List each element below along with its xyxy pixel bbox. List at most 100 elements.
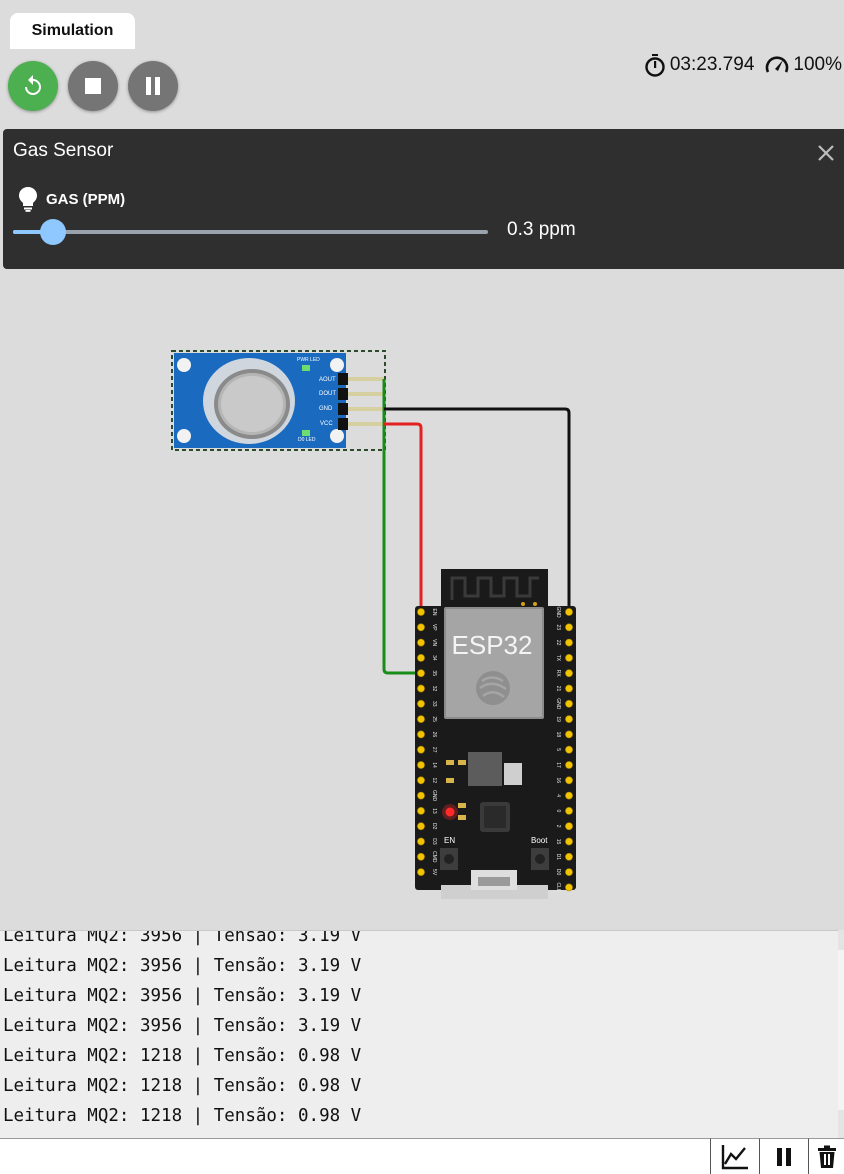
esp32-pin-label: VN (431, 639, 437, 646)
esp32-pin[interactable] (417, 699, 425, 708)
esp32-pin-label: 4 (555, 794, 561, 797)
gas-ppm-slider[interactable] (13, 219, 488, 245)
esp32-pin-label: D1 (555, 854, 561, 861)
esp32-pin-label: 19 (555, 716, 561, 722)
esp32-pin[interactable] (417, 684, 425, 693)
esp32-pin[interactable] (417, 638, 425, 647)
esp32-pin[interactable] (417, 822, 425, 831)
esp32-pin[interactable] (417, 837, 425, 846)
esp32-pin-label: D2 (431, 823, 437, 830)
esp32-pin[interactable] (417, 654, 425, 662)
restart-button[interactable] (8, 61, 58, 111)
esp32-pin-label: 25 (431, 716, 437, 722)
esp32-pin[interactable] (417, 608, 425, 616)
serial-line: Leitura MQ2: 3956 | Tensão: 3.19 V (3, 930, 362, 946)
gas-sensor-panel: Gas Sensor GAS (PPM) 0.3 ppm (3, 129, 844, 269)
plotter-button[interactable] (710, 1138, 759, 1174)
esp32-pin[interactable] (565, 638, 573, 647)
esp32-pin-label: 27 (431, 747, 437, 753)
esp32-pin[interactable] (565, 822, 573, 831)
serial-pause-button[interactable] (759, 1138, 808, 1174)
tab-simulation[interactable]: Simulation (10, 13, 135, 49)
esp32-pin[interactable] (417, 745, 425, 754)
esp32-pin-label: 33 (431, 701, 437, 707)
esp32-pin-label: 32 (431, 686, 437, 692)
gas-label-row: GAS (PPM) (18, 186, 125, 212)
mq2-gas-sensor[interactable]: PWR LED D0 LED AOUT DOUT GND VCC (171, 350, 386, 451)
esp32-pin-label: 26 (431, 732, 437, 738)
esp32-pin-label: VP (431, 624, 437, 631)
pause-icon (777, 1147, 791, 1166)
esp32-pin[interactable] (417, 623, 425, 632)
pin-label-vcc: VCC (320, 421, 333, 427)
esp32-pin-label: GND (431, 790, 437, 802)
simulation-status: 03:23.794 100% (643, 52, 842, 78)
esp32-pin[interactable] (565, 654, 573, 662)
scrollbar-thumb[interactable] (838, 950, 844, 1110)
esp32-pin[interactable] (417, 791, 425, 800)
pin-label-dout: DOUT (319, 391, 336, 397)
close-icon[interactable] (816, 143, 836, 163)
circuit-canvas[interactable]: PWR LED D0 LED AOUT DOUT GND VCC ESP32 E… (0, 270, 844, 928)
esp32-pin[interactable] (565, 699, 573, 708)
serial-scrollbar[interactable] (838, 930, 844, 1138)
esp32-pin[interactable] (565, 837, 573, 846)
esp32-pin[interactable] (565, 715, 573, 723)
en-label: EN (444, 836, 455, 845)
esp32-pin[interactable] (417, 807, 425, 815)
serial-line: Leitura MQ2: 1218 | Tensão: 0.98 V (3, 1106, 362, 1126)
esp32-pin[interactable] (565, 745, 573, 754)
esp32-pin-label: 16 (555, 778, 561, 784)
esp32-pin-label: 2 (555, 825, 561, 828)
esp32-pin-label: RX (555, 670, 561, 678)
serial-monitor[interactable]: Leitura MQ2: 3956 | Tensão: 3.19 V Leitu… (0, 930, 838, 1139)
stop-button[interactable] (68, 61, 118, 111)
esp32-pin[interactable] (417, 761, 425, 769)
esp32-pin[interactable] (565, 791, 573, 800)
esp32-pin-label: 5V (431, 869, 437, 876)
pin-label-gnd: GND (319, 406, 333, 412)
esp32-pin-label: D0 (555, 869, 561, 876)
serial-line: Leitura MQ2: 3956 | Tensão: 3.19 V (3, 986, 362, 1006)
lightbulb-icon (19, 187, 37, 212)
wire-vcc[interactable] (384, 422, 423, 612)
esp32-pin[interactable] (565, 807, 573, 815)
esp32-pin[interactable] (565, 883, 573, 892)
clear-serial-button[interactable] (808, 1138, 844, 1174)
esp32-pin[interactable] (417, 776, 425, 785)
esp32-pin[interactable] (417, 868, 425, 876)
esp32-pin-label: 34 (431, 655, 437, 661)
esp32-pin[interactable] (565, 852, 573, 861)
slider-thumb[interactable] (40, 219, 67, 245)
esp32-pin[interactable] (417, 852, 425, 861)
esp32-pin-label: 13 (431, 808, 437, 814)
esp32-pin[interactable] (565, 761, 573, 769)
esp32-pin[interactable] (565, 776, 573, 785)
esp32-board[interactable]: ESP32 EN Boot ENVPVN343532332526271412GN… (415, 569, 576, 899)
serial-line: Leitura MQ2: 1218 | Tensão: 0.98 V (3, 1076, 362, 1096)
gas-ppm-label: GAS (PPM) (46, 190, 126, 208)
esp32-pin[interactable] (417, 669, 425, 678)
stop-icon (85, 78, 101, 94)
do-led-label: D0 LED (298, 437, 316, 443)
esp32-pin[interactable] (565, 669, 573, 678)
esp32-pin-label: 15 (555, 839, 561, 845)
esp32-pin-label: 35 (431, 670, 437, 676)
esp32-pin[interactable] (417, 715, 425, 723)
esp32-pin[interactable] (565, 608, 573, 616)
esp32-pin[interactable] (565, 868, 573, 876)
esp32-pin-label: 21 (555, 686, 561, 692)
serial-line: Leitura MQ2: 3956 | Tensão: 3.19 V (3, 1016, 362, 1036)
chart-line-icon (721, 1144, 748, 1169)
esp32-pin-label: 5 (555, 748, 561, 751)
stopwatch-icon (645, 54, 665, 77)
panel-title: Gas Sensor (13, 140, 114, 161)
pause-button[interactable] (128, 61, 178, 111)
esp32-pin[interactable] (565, 730, 573, 739)
gas-ppm-value: 0.3 ppm (507, 219, 576, 240)
trash-icon (818, 1145, 836, 1168)
esp32-pin[interactable] (565, 623, 573, 632)
esp32-pin[interactable] (565, 684, 573, 693)
esp32-pin[interactable] (417, 730, 425, 739)
esp32-pin-label: 14 (431, 762, 437, 768)
